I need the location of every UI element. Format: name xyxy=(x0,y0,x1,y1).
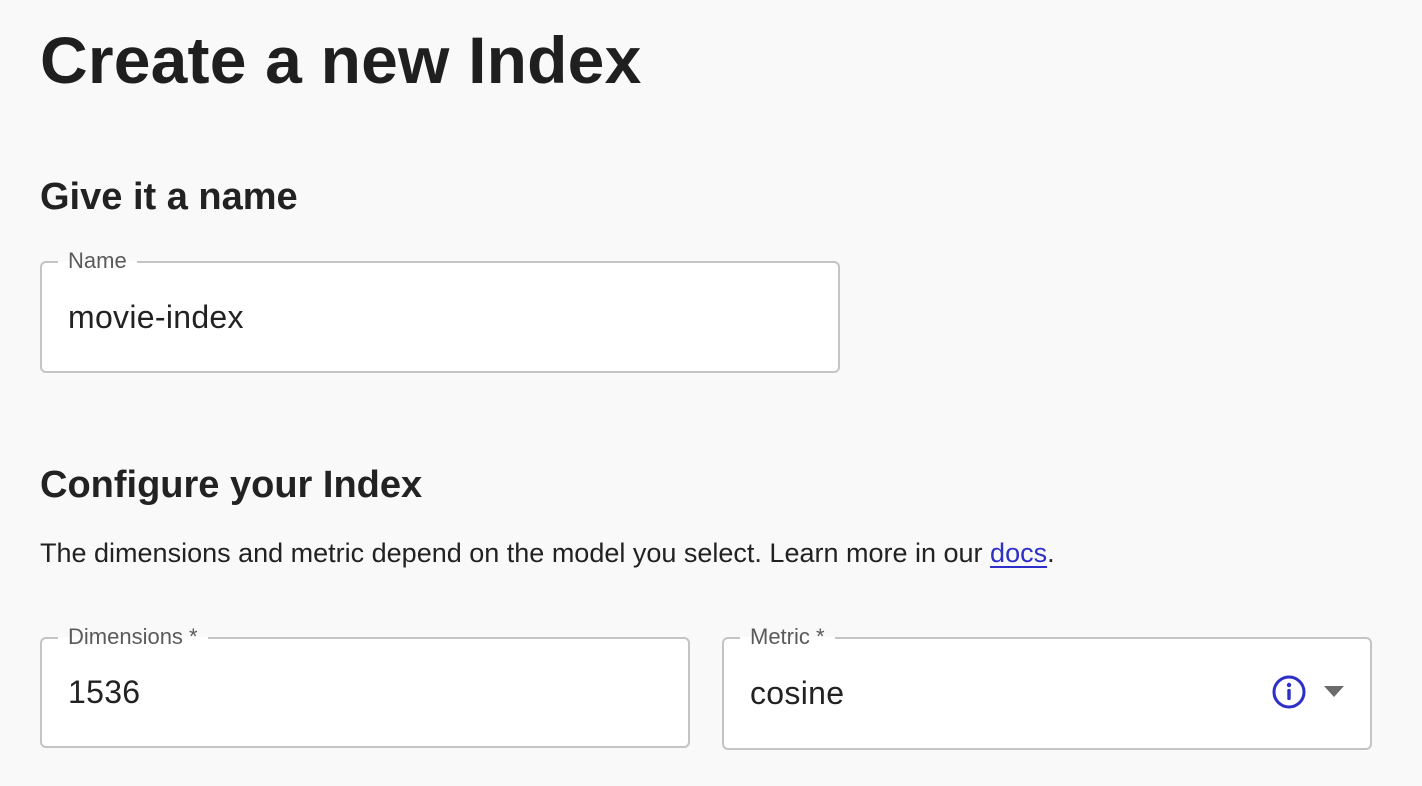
metric-select[interactable]: Metric * cosine xyxy=(722,622,1372,750)
config-description-period: . xyxy=(1047,538,1055,568)
chevron-down-icon[interactable] xyxy=(1324,686,1344,698)
name-field[interactable]: Name movie-index xyxy=(40,246,840,373)
docs-link[interactable]: docs xyxy=(990,538,1047,568)
metric-selected-value[interactable]: cosine xyxy=(750,639,844,748)
name-input[interactable]: movie-index xyxy=(68,263,244,371)
config-section-heading: Configure your Index xyxy=(40,464,423,506)
create-index-page: Create a new Index Give it a name Name m… xyxy=(0,0,1422,786)
dimensions-input[interactable]: 1536 xyxy=(68,639,140,746)
page-title: Create a new Index xyxy=(40,23,642,97)
config-description-text: The dimensions and metric depend on the … xyxy=(40,538,991,568)
info-icon[interactable] xyxy=(1272,675,1306,709)
dimensions-field[interactable]: Dimensions * 1536 xyxy=(40,622,690,748)
config-description: The dimensions and metric depend on the … xyxy=(40,535,1055,571)
name-section-heading: Give it a name xyxy=(40,176,298,218)
